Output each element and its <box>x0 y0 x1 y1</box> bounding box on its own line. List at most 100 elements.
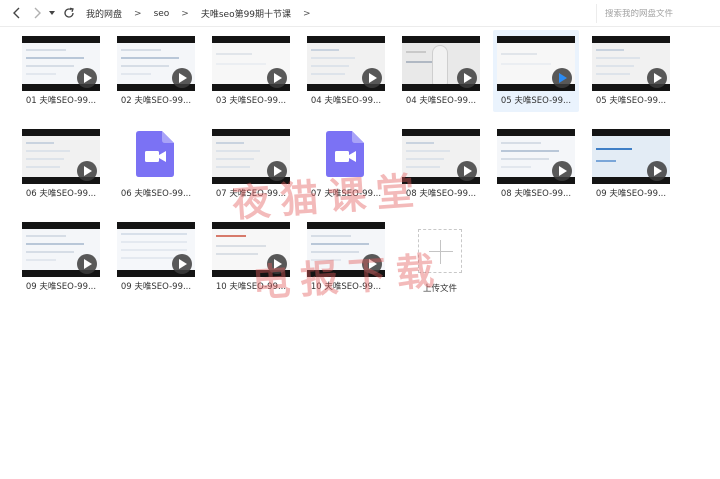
play-icon[interactable] <box>267 68 287 88</box>
breadcrumb-separator[interactable]: > <box>295 9 319 19</box>
thumbnail-content-line <box>26 142 54 144</box>
breadcrumb-item-seo[interactable]: seo <box>150 9 174 19</box>
breadcrumb-item-course[interactable]: 夫唯seo第99期十节课 <box>197 7 295 20</box>
thumbnail-content-line <box>501 63 551 65</box>
file-name-label: 03 夫唯SEO-99... <box>215 96 287 106</box>
upload-label[interactable]: 上传文件 <box>398 282 482 294</box>
play-icon[interactable] <box>647 161 667 181</box>
play-icon[interactable] <box>77 68 97 88</box>
thumbnail-content-line <box>216 150 260 152</box>
file-name-label: 06 夫唯SEO-99... <box>25 189 97 199</box>
thumbnail-content-line <box>26 243 84 245</box>
thumbnail-content-line <box>26 49 66 51</box>
video-file-item[interactable]: 07 夫唯SEO-99... <box>208 123 294 205</box>
video-file-item[interactable]: 05 夫唯SEO-99... <box>493 30 579 112</box>
video-file-item[interactable]: 03 夫唯SEO-99... <box>208 30 294 112</box>
file-name-label: 05 夫唯SEO-99... <box>500 96 572 106</box>
video-file-item[interactable]: 09 夫唯SEO-99... <box>588 123 674 205</box>
presenter-figure <box>432 45 448 84</box>
video-document-icon <box>326 131 364 177</box>
thumbnail-content-line <box>406 51 426 53</box>
video-file-item[interactable]: 01 夫唯SEO-99... <box>18 30 104 112</box>
thumbnail-content-line <box>26 235 66 237</box>
refresh-button[interactable] <box>60 4 78 22</box>
video-thumbnail <box>307 222 385 277</box>
thumbnail-content-line <box>121 57 179 59</box>
file-item[interactable]: 06 夫唯SEO-99... <box>113 123 199 205</box>
play-icon[interactable] <box>647 68 667 88</box>
play-icon[interactable] <box>267 161 287 181</box>
thumbnail-content-line <box>121 233 187 235</box>
thumbnail-content-line <box>501 53 537 55</box>
file-name-label: 02 夫唯SEO-99... <box>120 96 192 106</box>
thumbnail-content-line <box>26 57 84 59</box>
play-icon[interactable] <box>362 254 382 274</box>
play-icon[interactable] <box>552 161 572 181</box>
thumbnail-content-line <box>26 166 60 168</box>
play-icon[interactable] <box>77 161 97 181</box>
video-thumbnail <box>592 36 670 91</box>
play-icon[interactable] <box>77 254 97 274</box>
thumbnail-content-line <box>121 65 169 67</box>
file-item[interactable]: 07 夫唯SEO-99... <box>303 123 389 205</box>
thumbnail-content-line <box>501 158 549 160</box>
play-icon[interactable] <box>552 68 572 88</box>
video-thumbnail <box>212 222 290 277</box>
file-name-label: 01 夫唯SEO-99... <box>25 96 97 106</box>
file-name-label: 09 夫唯SEO-99... <box>120 282 192 292</box>
thumbnail-content-line <box>596 73 630 75</box>
play-icon[interactable] <box>457 161 477 181</box>
video-thumbnail <box>307 36 385 91</box>
thumbnail-content-line <box>26 65 74 67</box>
search-box[interactable] <box>596 4 718 23</box>
thumbnail-content-line <box>406 142 434 144</box>
thumbnail-content-line <box>26 259 56 261</box>
thumbnail-content-line <box>121 49 161 51</box>
chevron-right-icon <box>34 7 41 19</box>
thumbnail-content-line <box>26 251 74 253</box>
thumbnail-content-line <box>406 166 440 168</box>
thumbnail-content-line <box>311 251 359 253</box>
thumbnail-content-line <box>121 249 187 251</box>
history-dropdown-button[interactable] <box>46 4 58 22</box>
play-icon[interactable] <box>457 68 477 88</box>
video-file-item[interactable]: 10 夫唯SEO-99... <box>303 216 389 298</box>
play-icon[interactable] <box>172 68 192 88</box>
thumbnail-content-line <box>311 259 341 261</box>
search-input[interactable] <box>605 8 715 19</box>
video-file-item[interactable]: 06 夫唯SEO-99... <box>18 123 104 205</box>
thumbnail-content-line <box>216 253 258 255</box>
video-file-item[interactable]: 05 夫唯SEO-99... <box>588 30 674 112</box>
video-thumbnail <box>117 222 195 277</box>
video-file-item[interactable]: 08 夫唯SEO-99... <box>493 123 579 205</box>
thumbnail-content-line <box>501 150 559 152</box>
thumbnail-content-line <box>216 53 252 55</box>
video-file-item[interactable]: 08 夫唯SEO-99... <box>398 123 484 205</box>
breadcrumb-item-root[interactable]: 我的网盘 <box>82 7 126 20</box>
video-file-item[interactable]: 09 夫唯SEO-99... <box>113 216 199 298</box>
thumbnail-content-line <box>216 158 254 160</box>
thumbnail-content-line <box>406 61 434 63</box>
thumbnail-content-line <box>406 158 444 160</box>
video-file-item[interactable]: 04 夫唯SEO-99... <box>398 30 484 112</box>
thumbnail-content-line <box>26 73 56 75</box>
thumbnail-content-line <box>216 245 266 247</box>
thumbnail-content-line <box>26 150 70 152</box>
thumbnail-content-line <box>121 73 151 75</box>
video-thumbnail <box>497 129 575 184</box>
video-file-item[interactable]: 02 夫唯SEO-99... <box>113 30 199 112</box>
upload-button[interactable] <box>418 229 462 273</box>
thumbnail-content-line <box>216 235 246 237</box>
play-icon[interactable] <box>172 254 192 274</box>
video-file-item[interactable]: 10 夫唯SEO-99... <box>208 216 294 298</box>
back-button[interactable] <box>8 4 26 22</box>
play-icon[interactable] <box>362 68 382 88</box>
thumbnail-content-line <box>216 63 266 65</box>
video-thumbnail <box>117 36 195 91</box>
play-icon[interactable] <box>267 254 287 274</box>
forward-button[interactable] <box>28 4 46 22</box>
video-file-item[interactable]: 09 夫唯SEO-99... <box>18 216 104 298</box>
video-thumbnail <box>212 129 290 184</box>
video-file-item[interactable]: 04 夫唯SEO-99... <box>303 30 389 112</box>
breadcrumb: 我的网盘 > seo > 夫唯seo第99期十节课 > <box>82 0 319 27</box>
